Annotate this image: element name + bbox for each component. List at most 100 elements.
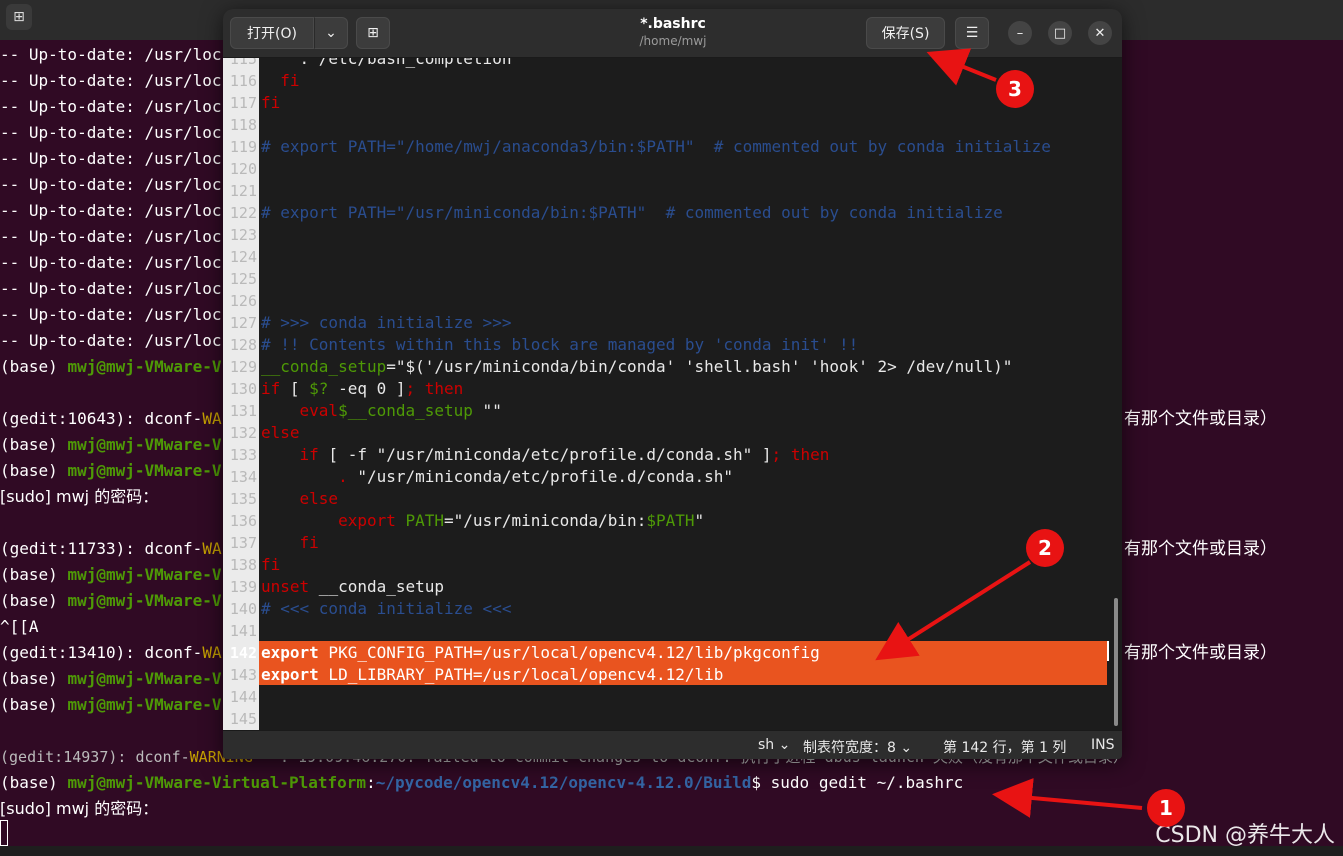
line-number: 123: [229, 226, 257, 244]
line-number: 139: [229, 578, 257, 596]
terminal-prompt-line: (base) mwj@mwj-VMware-V: [0, 357, 222, 376]
code-line: # >>> conda initialize >>>: [261, 313, 512, 332]
line-number: 116: [229, 72, 257, 90]
new-tab-button[interactable]: ⊞: [356, 17, 390, 49]
text-caret: [1107, 641, 1109, 661]
open-button[interactable]: 打开(O): [230, 17, 314, 49]
code-line: export LD_LIBRARY_PATH=/usr/local/opencv…: [261, 665, 724, 684]
chevron-down-icon: ⌄: [900, 740, 913, 756]
statusbar: sh ⌄ 制表符宽度：8 ⌄ 第 142 行，第 1 列 INS: [223, 730, 1122, 759]
terminal-line: -- Up-to-date: /usr/loc: [0, 175, 222, 194]
terminal-prompt-line: (base) mwj@mwj-VMware-V: [0, 695, 222, 714]
taskbar: [0, 846, 1343, 856]
code-line: unset __conda_setup: [261, 577, 445, 596]
vertical-scrollbar[interactable]: [1114, 598, 1118, 726]
terminal-line: -- Up-to-date: /usr/loc: [0, 305, 222, 324]
close-button[interactable]: ✕: [1088, 21, 1112, 45]
gedit-window: 打开(O) ⌄ ⊞ *.bashrc /home/mwj 保存(S) ☰ – □…: [223, 9, 1122, 759]
code-line: else: [261, 489, 339, 508]
maximize-button[interactable]: □: [1048, 21, 1072, 45]
code-line: # export PATH="/usr/miniconda/bin:$PATH"…: [261, 203, 1003, 222]
terminal-escape-line: ^[[A: [0, 617, 39, 636]
terminal-prompt-line: (base) mwj@mwj-VMware-V: [0, 565, 222, 584]
code-line: fi: [261, 93, 281, 112]
text-editor[interactable]: 115 . /etc/bash_completion 116 fi 117 fi 118…: [223, 58, 1122, 730]
code-line: fi: [261, 71, 300, 90]
code-line: if [ $? -eq 0 ]; then: [261, 379, 464, 398]
new-document-icon: ⊞: [367, 25, 379, 41]
tab-width-selector[interactable]: 制表符宽度：8 ⌄: [803, 737, 912, 757]
terminal-prompt-line: (base) mwj@mwj-VMware-V: [0, 461, 222, 480]
line-number: 141: [229, 622, 257, 640]
new-tab-icon[interactable]: ⊞: [6, 4, 32, 30]
terminal-prompt-line: (base) mwj@mwj-VMware-V: [0, 435, 222, 454]
terminal-line: -- Up-to-date: /usr/loc: [0, 149, 222, 168]
window-subtitle: /home/mwj: [639, 34, 707, 48]
terminal-prompt-line: (base) mwj@mwj-VMware-V: [0, 591, 222, 610]
line-number: 137: [229, 534, 257, 552]
terminal-line: -- Up-to-date: /usr/loc: [0, 253, 222, 272]
watermark: CSDN @养牛大人: [1155, 823, 1335, 848]
menu-icon: ☰: [965, 25, 979, 41]
minimize-icon: –: [1016, 25, 1024, 41]
terminal-warning-line: (gedit:11733): dconf-WA: [0, 539, 222, 558]
terminal-line: -- Up-to-date: /usr/loc: [0, 279, 222, 298]
line-number: 132: [229, 424, 257, 442]
line-number: 143: [229, 666, 257, 684]
language-selector[interactable]: sh ⌄: [758, 737, 790, 753]
code-line: # <<< conda initialize <<<: [261, 599, 512, 618]
code-line: # export PATH="/home/mwj/anaconda3/bin:$…: [261, 137, 1051, 156]
insert-mode: INS: [1091, 737, 1115, 753]
line-number: 145: [229, 710, 257, 728]
code-line: if [ -f "/usr/miniconda/etc/profile.d/co…: [299, 445, 830, 464]
line-number: 124: [229, 248, 257, 266]
line-number: 134: [229, 468, 257, 486]
terminal-line: -- Up-to-date: /usr/loc: [0, 201, 222, 220]
code-line: fi: [261, 555, 281, 574]
line-number: 130: [229, 380, 257, 398]
terminal-line: -- Up-to-date: /usr/loc: [0, 45, 222, 64]
window-title: *.bashrc: [640, 16, 706, 32]
terminal-line: -- Up-to-date: /usr/loc: [0, 331, 222, 350]
save-button[interactable]: 保存(S): [866, 17, 945, 49]
terminal-line: -- Up-to-date: /usr/loc: [0, 97, 222, 116]
terminal-warning-line: (gedit:13410): dconf-WA: [0, 643, 222, 662]
code-line: fi: [261, 533, 319, 552]
line-number: 136: [229, 512, 257, 530]
cursor-position[interactable]: 第 142 行，第 1 列: [943, 737, 1066, 757]
line-number: 131: [229, 402, 257, 420]
chevron-down-icon: ⌄: [778, 737, 791, 753]
annotation-badge-2: 2: [1026, 529, 1064, 567]
hamburger-menu-button[interactable]: ☰: [955, 17, 989, 49]
code-line: __conda_setup="$('/usr/miniconda/bin/con…: [261, 357, 1013, 376]
terminal-line: -- Up-to-date: /usr/loc: [0, 71, 222, 90]
chevron-down-icon: ⌄: [325, 25, 337, 41]
line-number: 125: [229, 270, 257, 288]
line-number: 140: [229, 600, 257, 618]
terminal-warning-line: (gedit:10643): dconf-WA: [0, 409, 222, 428]
close-icon: ✕: [1094, 25, 1106, 41]
line-number: 138: [229, 556, 257, 574]
line-number: 135: [229, 490, 257, 508]
code-line: else: [261, 423, 300, 442]
line-number: 129: [229, 358, 257, 376]
line-number: 122: [229, 204, 257, 222]
annotation-badge-3: 3: [996, 70, 1034, 108]
code-line: # !! Contents within this block are mana…: [261, 335, 859, 354]
maximize-icon: □: [1053, 25, 1067, 41]
terminal-warning-tail: 有那个文件或目录）: [1124, 409, 1277, 429]
minimize-button[interactable]: –: [1008, 21, 1032, 45]
line-number: 127: [229, 314, 257, 332]
terminal-line: -- Up-to-date: /usr/loc: [0, 123, 222, 142]
open-dropdown-button[interactable]: ⌄: [314, 17, 348, 49]
code-line: export PKG_CONFIG_PATH=/usr/local/opencv…: [261, 643, 820, 662]
terminal-prompt-line: (base) mwj@mwj-VMware-V: [0, 669, 222, 688]
line-number: 126: [229, 292, 257, 310]
terminal-line: -- Up-to-date: /usr/loc: [0, 227, 222, 246]
line-number: 144: [229, 688, 257, 706]
terminal-warning-tail: 有那个文件或目录）: [1124, 643, 1277, 663]
line-number: 118: [229, 116, 257, 134]
line-number: 142: [229, 644, 257, 662]
terminal-command: sudo gedit ~/.bashrc: [770, 773, 964, 792]
line-number: 133: [229, 446, 257, 464]
